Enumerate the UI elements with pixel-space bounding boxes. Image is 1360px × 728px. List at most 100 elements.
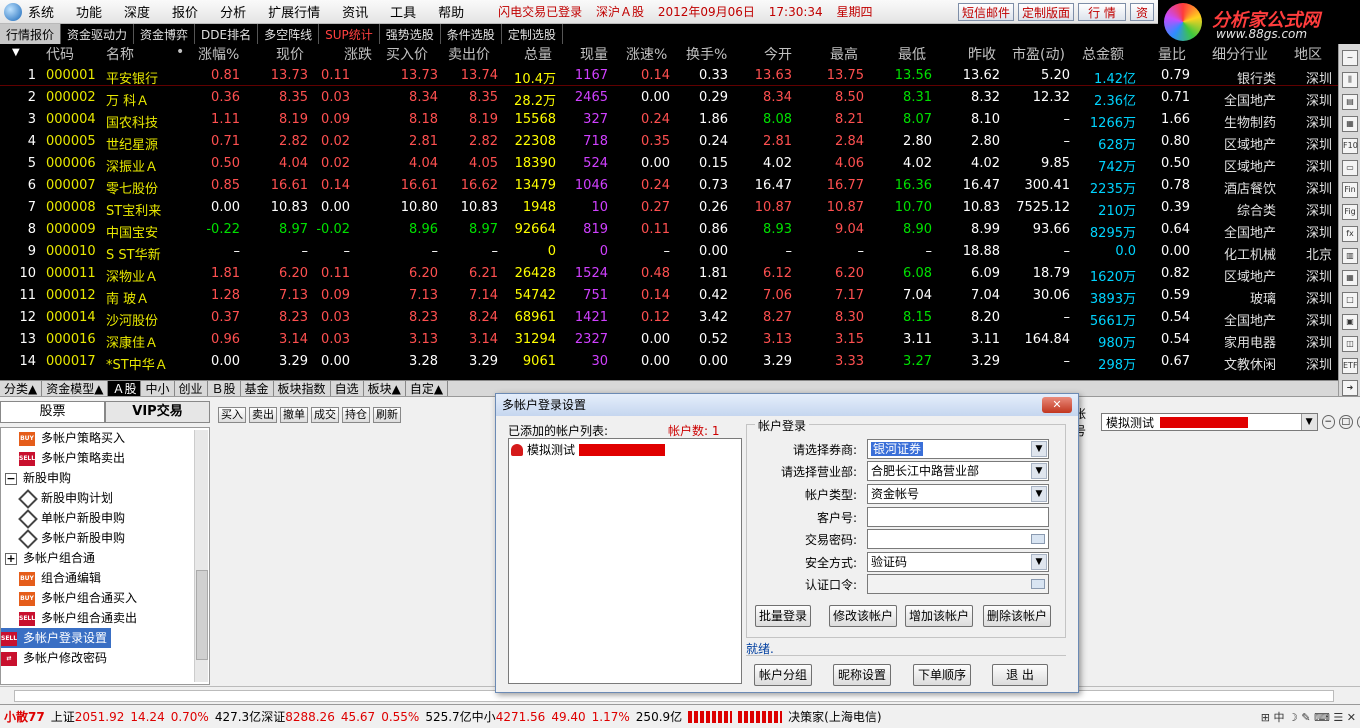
customer-id-input[interactable] <box>867 507 1049 527</box>
list-item[interactable]: 模拟测试 <box>511 441 666 458</box>
fin-icon[interactable]: Fin <box>1342 182 1358 198</box>
tab-quote[interactable]: 行情报价 <box>0 24 62 44</box>
cancel-order-button[interactable]: 撤单 <box>280 407 308 423</box>
news-icon[interactable]: ▭ <box>1342 160 1358 176</box>
tree-item[interactable]: SELL 多帐户策略卖出 <box>19 448 125 468</box>
column-header[interactable]: 地区 <box>1294 44 1322 64</box>
menu-tools[interactable]: 工具 <box>390 2 416 21</box>
column-header[interactable]: 现量 <box>580 44 608 64</box>
account-list[interactable]: 模拟测试 <box>508 438 742 684</box>
nickname-button[interactable]: 昵称设置 <box>833 664 891 686</box>
formula-icon[interactable]: fx <box>1342 226 1358 242</box>
broker-server[interactable]: 决策家(上海电信) <box>788 708 881 725</box>
keyboard-icon[interactable] <box>1031 579 1045 589</box>
menu-news[interactable]: 资讯 <box>342 2 368 21</box>
minute-chart-icon[interactable]: ~ <box>1342 50 1358 66</box>
add-account-button[interactable]: 增加该帐户 <box>905 605 973 627</box>
sms-tip[interactable]: 小散77 <box>4 708 45 725</box>
buy-button[interactable]: 买入 <box>218 407 246 423</box>
tab-stock[interactable]: 股票 <box>0 401 105 423</box>
trade-password-input[interactable] <box>867 529 1049 549</box>
column-header[interactable]: 现价 <box>276 44 304 64</box>
branch-select[interactable]: 合肥长江中路营业部 ▼ <box>867 461 1049 481</box>
column-header[interactable]: 涨幅% <box>198 44 239 64</box>
menu-depth[interactable]: 深度 <box>124 2 150 21</box>
column-header[interactable]: 细分行业 <box>1212 44 1268 64</box>
tree-item[interactable]: + 多帐户组合通 <box>5 548 95 568</box>
menu-quote[interactable]: 报价 <box>172 2 198 21</box>
sms-mail-button[interactable]: 短信邮件 <box>958 3 1014 21</box>
chevron-down-icon[interactable]: ▼ <box>1031 463 1047 479</box>
tree-item[interactable]: BUY 多帐户组合通买入 <box>19 588 137 608</box>
tab-custom-pick[interactable]: 定制选股 <box>502 24 563 44</box>
tree-item-selected[interactable]: SELL 多帐户登录设置 <box>1 628 112 648</box>
tab-vip-trade[interactable]: VIP交易 <box>105 401 210 423</box>
refresh-button[interactable]: 刷新 <box>373 407 401 423</box>
custom-layout-button[interactable]: 定制版面 <box>1018 3 1074 21</box>
account-group-button[interactable]: 帐户分组 <box>754 664 812 686</box>
chevron-down-icon[interactable]: ▼ <box>1031 441 1047 457</box>
tree-scrollbar[interactable] <box>194 430 208 682</box>
order-sequence-button[interactable]: 下单顺序 <box>913 664 971 686</box>
restore-icon[interactable]: □ <box>1339 415 1353 429</box>
delete-account-button[interactable]: 删除该帐户 <box>983 605 1051 627</box>
tab-sup-stats[interactable]: SUP统计 <box>319 24 380 44</box>
chevron-down-icon[interactable]: ▼ <box>1031 554 1047 570</box>
arrow-right-icon[interactable]: ➜ <box>1342 380 1358 396</box>
table-row[interactable]: 2 000002 万 科Ａ 0.36 8.35 0.03 8.34 8.35 28.2万 2465… <box>0 88 1338 110</box>
column-header[interactable]: 市盈(动) <box>1012 44 1065 64</box>
close-icon[interactable]: ✕ <box>1042 397 1072 413</box>
tab-fund-driver[interactable]: 资金驱动力 <box>61 24 135 44</box>
monitor-icon[interactable]: ▣ <box>1342 314 1358 330</box>
chevron-down-icon[interactable]: ▼ <box>1300 414 1317 430</box>
table-row[interactable]: 3 000004 国农科技 1.11 8.19 0.09 8.18 8.19 15568 327 0… <box>0 110 1338 132</box>
menu-extended[interactable]: 扩展行情 <box>268 2 320 21</box>
column-header[interactable]: 买入价 <box>386 44 428 64</box>
table-row[interactable]: 5 000006 深振业Ａ 0.50 4.04 0.02 4.04 4.05 18390 524 0… <box>0 154 1338 176</box>
expand-icon[interactable]: + <box>5 552 17 565</box>
tab-long-short[interactable]: 多空阵线 <box>258 24 320 44</box>
tab-dde-rank[interactable]: DDE排名 <box>195 24 259 44</box>
account-type-select[interactable]: 资金帐号 ▼ <box>867 484 1049 504</box>
tab-sector-index[interactable]: 板块指数 <box>274 380 331 397</box>
tab-gem[interactable]: 创业 <box>175 380 208 397</box>
column-header[interactable]: 昨收 <box>968 44 996 64</box>
table-row[interactable]: 14 000017 *ST中华Ａ 0.00 3.29 0.00 3.28 3.29 9061 30… <box>0 352 1338 374</box>
close-icon[interactable]: × <box>1356 415 1360 429</box>
bar-chart-icon[interactable]: ▥ <box>1342 248 1358 264</box>
grid-icon[interactable]: ▦ <box>1342 116 1358 132</box>
deals-button[interactable]: 成交 <box>311 407 339 423</box>
table-row[interactable]: 7 000008 ST宝利来 0.00 10.83 0.00 10.80 10.83 1948 1… <box>0 198 1338 220</box>
menu-function[interactable]: 功能 <box>76 2 102 21</box>
table-row[interactable]: 9 000010 S ST华新 – – – – – 0 0 – 0.00 – – – 18.88 – 0.0 0.0… <box>0 242 1338 264</box>
info-button[interactable]: 资 <box>1130 3 1154 21</box>
tab-sme[interactable]: 中小 <box>141 380 175 397</box>
keyboard-icon[interactable] <box>1031 534 1045 544</box>
tab-fund[interactable]: 基金 <box>241 380 274 397</box>
calc-icon[interactable]: ▦ <box>1342 270 1358 286</box>
minimize-icon[interactable]: − <box>1321 415 1336 429</box>
table-row[interactable]: 10 000011 深物业Ａ 1.81 6.20 0.11 6.20 6.21 26428 152… <box>0 264 1338 286</box>
column-header[interactable]: 今开 <box>764 44 792 64</box>
tab-watchlist[interactable]: 自选 <box>331 380 364 397</box>
fig-icon[interactable]: Fig <box>1342 204 1358 220</box>
column-header[interactable]: 涨跌 <box>344 44 372 64</box>
scroll-thumb[interactable] <box>196 570 208 660</box>
positions-button[interactable]: 持仓 <box>342 407 370 423</box>
batch-login-button[interactable]: 批量登录 <box>755 605 811 627</box>
menu-analysis[interactable]: 分析 <box>220 2 246 21</box>
security-method-select[interactable]: 验证码 ▼ <box>867 552 1049 572</box>
tree-item[interactable]: 单帐户新股申购 <box>18 508 125 529</box>
tab-a-share[interactable]: Ａ股 <box>108 380 142 397</box>
column-header[interactable]: 涨速% <box>626 44 667 64</box>
column-header[interactable]: 卖出价 <box>448 44 490 64</box>
tab-strong-pick[interactable]: 强势选股 <box>380 24 441 44</box>
tab-sector[interactable]: 板块▲ <box>364 380 406 397</box>
table-row[interactable]: 12 000014 沙河股份 0.37 8.23 0.03 8.23 8.24 68961 142… <box>0 308 1338 330</box>
sell-button[interactable]: 卖出 <box>249 407 277 423</box>
column-header[interactable]: 最高 <box>830 44 858 64</box>
tab-custom[interactable]: 自定▲ <box>406 380 449 397</box>
tree-item[interactable]: − 新股申购 <box>5 468 71 488</box>
column-header[interactable]: 总金额 <box>1082 44 1124 64</box>
tree-item[interactable]: 新股申购计划 <box>18 488 113 509</box>
